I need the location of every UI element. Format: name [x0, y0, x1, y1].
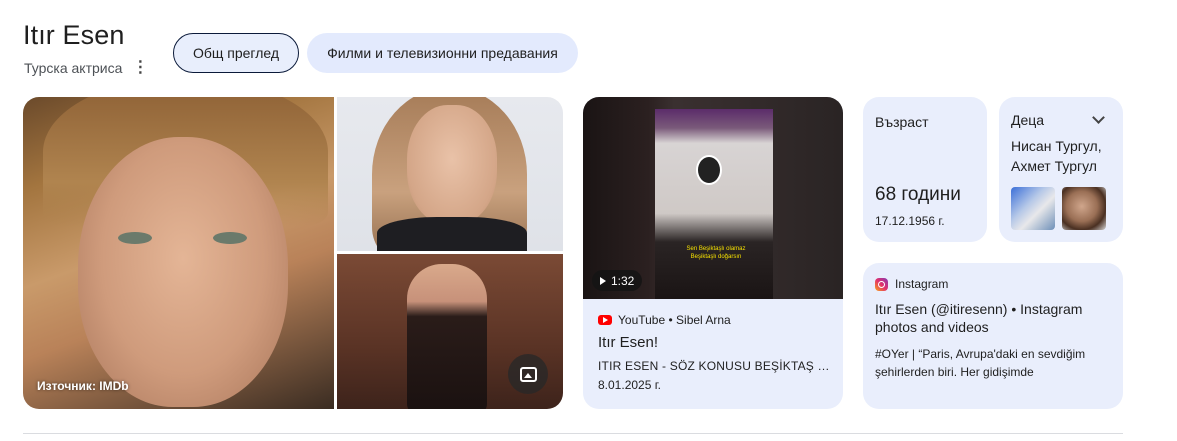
photo-face — [407, 105, 497, 225]
entity-subtitle: Турска актриса ⋮ — [24, 60, 148, 77]
video-duration: 1:32 — [611, 273, 635, 288]
main-photo[interactable]: Източник: IMDb — [23, 97, 334, 409]
more-images-button[interactable] — [508, 354, 548, 394]
image-source-label: Източник: IMDb — [37, 379, 129, 393]
more-vert-icon[interactable]: ⋮ — [132, 60, 148, 76]
child-thumbnail[interactable] — [1062, 187, 1106, 230]
age-label: Възраст — [875, 114, 929, 130]
video-card[interactable]: Sen Beşiktaşlı olamaz Beşiktaşlı doğarsı… — [583, 97, 843, 409]
entity-title: Itır Esen — [23, 20, 125, 50]
chip-films-tv[interactable]: Филми и телевизионни предавания — [307, 33, 578, 73]
children-label: Деца — [1011, 112, 1045, 128]
chip-overview[interactable]: Общ преглед — [173, 33, 299, 73]
child-name[interactable]: Ахмет Тургул — [1011, 156, 1102, 176]
photo-full-body[interactable] — [337, 254, 563, 409]
photo-face — [78, 137, 288, 407]
besiktas-logo — [696, 155, 722, 185]
photo-body — [377, 217, 527, 251]
photo-eye — [118, 232, 152, 244]
chevron-down-icon[interactable] — [1092, 111, 1105, 124]
child-thumbnail[interactable] — [1011, 187, 1055, 230]
photo-eye — [213, 232, 247, 244]
video-thumbnail-caption: Sen Beşiktaşlı olamaz Beşiktaşlı doğarsı… — [686, 246, 746, 260]
play-icon — [600, 276, 606, 285]
children-names: Нисан Тургул, Ахмет Тургул — [1011, 136, 1102, 176]
photo-grid: Източник: IMDb — [23, 97, 563, 409]
age-value: 68 години — [875, 184, 961, 205]
age-card[interactable]: Възраст 68 години 17.12.1956 г. — [863, 97, 987, 242]
instagram-source-row: Instagram — [875, 277, 948, 291]
youtube-icon — [598, 315, 612, 325]
video-duration-badge: 1:32 — [592, 270, 643, 291]
children-card[interactable]: Деца Нисан Тургул, Ахмет Тургул — [999, 97, 1123, 242]
video-title[interactable]: Itır Esen! — [598, 334, 658, 351]
instagram-description: #OYer | “Paris, Avrupa'daki en sevdiğim … — [875, 347, 1086, 379]
video-frame — [655, 109, 773, 299]
video-source: YouTube • Sibel Arna — [618, 313, 731, 327]
video-description: ITIR ESEN - SÖZ KONUSU BEŞİKTAŞ OLUNCA — [598, 359, 830, 373]
child-name[interactable]: Нисан Тургул, — [1011, 136, 1102, 156]
instagram-icon — [875, 277, 888, 291]
video-thumbnail[interactable]: Sen Beşiktaşlı olamaz Beşiktaşlı doğarsı… — [583, 97, 843, 299]
section-divider — [23, 433, 1123, 434]
instagram-source: Instagram — [895, 277, 949, 291]
entity-description: Турска актриса — [24, 60, 123, 76]
image-icon — [519, 366, 537, 382]
birth-date: 17.12.1956 г. — [875, 214, 945, 228]
instagram-card[interactable]: Instagram Itır Esen (@itiresenn) • Insta… — [863, 263, 1123, 409]
video-date: 8.01.2025 г. — [598, 378, 661, 392]
instagram-title[interactable]: Itır Esen (@itiresenn) • Instagram photo… — [875, 300, 1111, 336]
photo-figure — [407, 264, 487, 409]
photo-portrait-top[interactable] — [337, 97, 563, 251]
video-source-row: YouTube • Sibel Arna — [598, 313, 731, 327]
